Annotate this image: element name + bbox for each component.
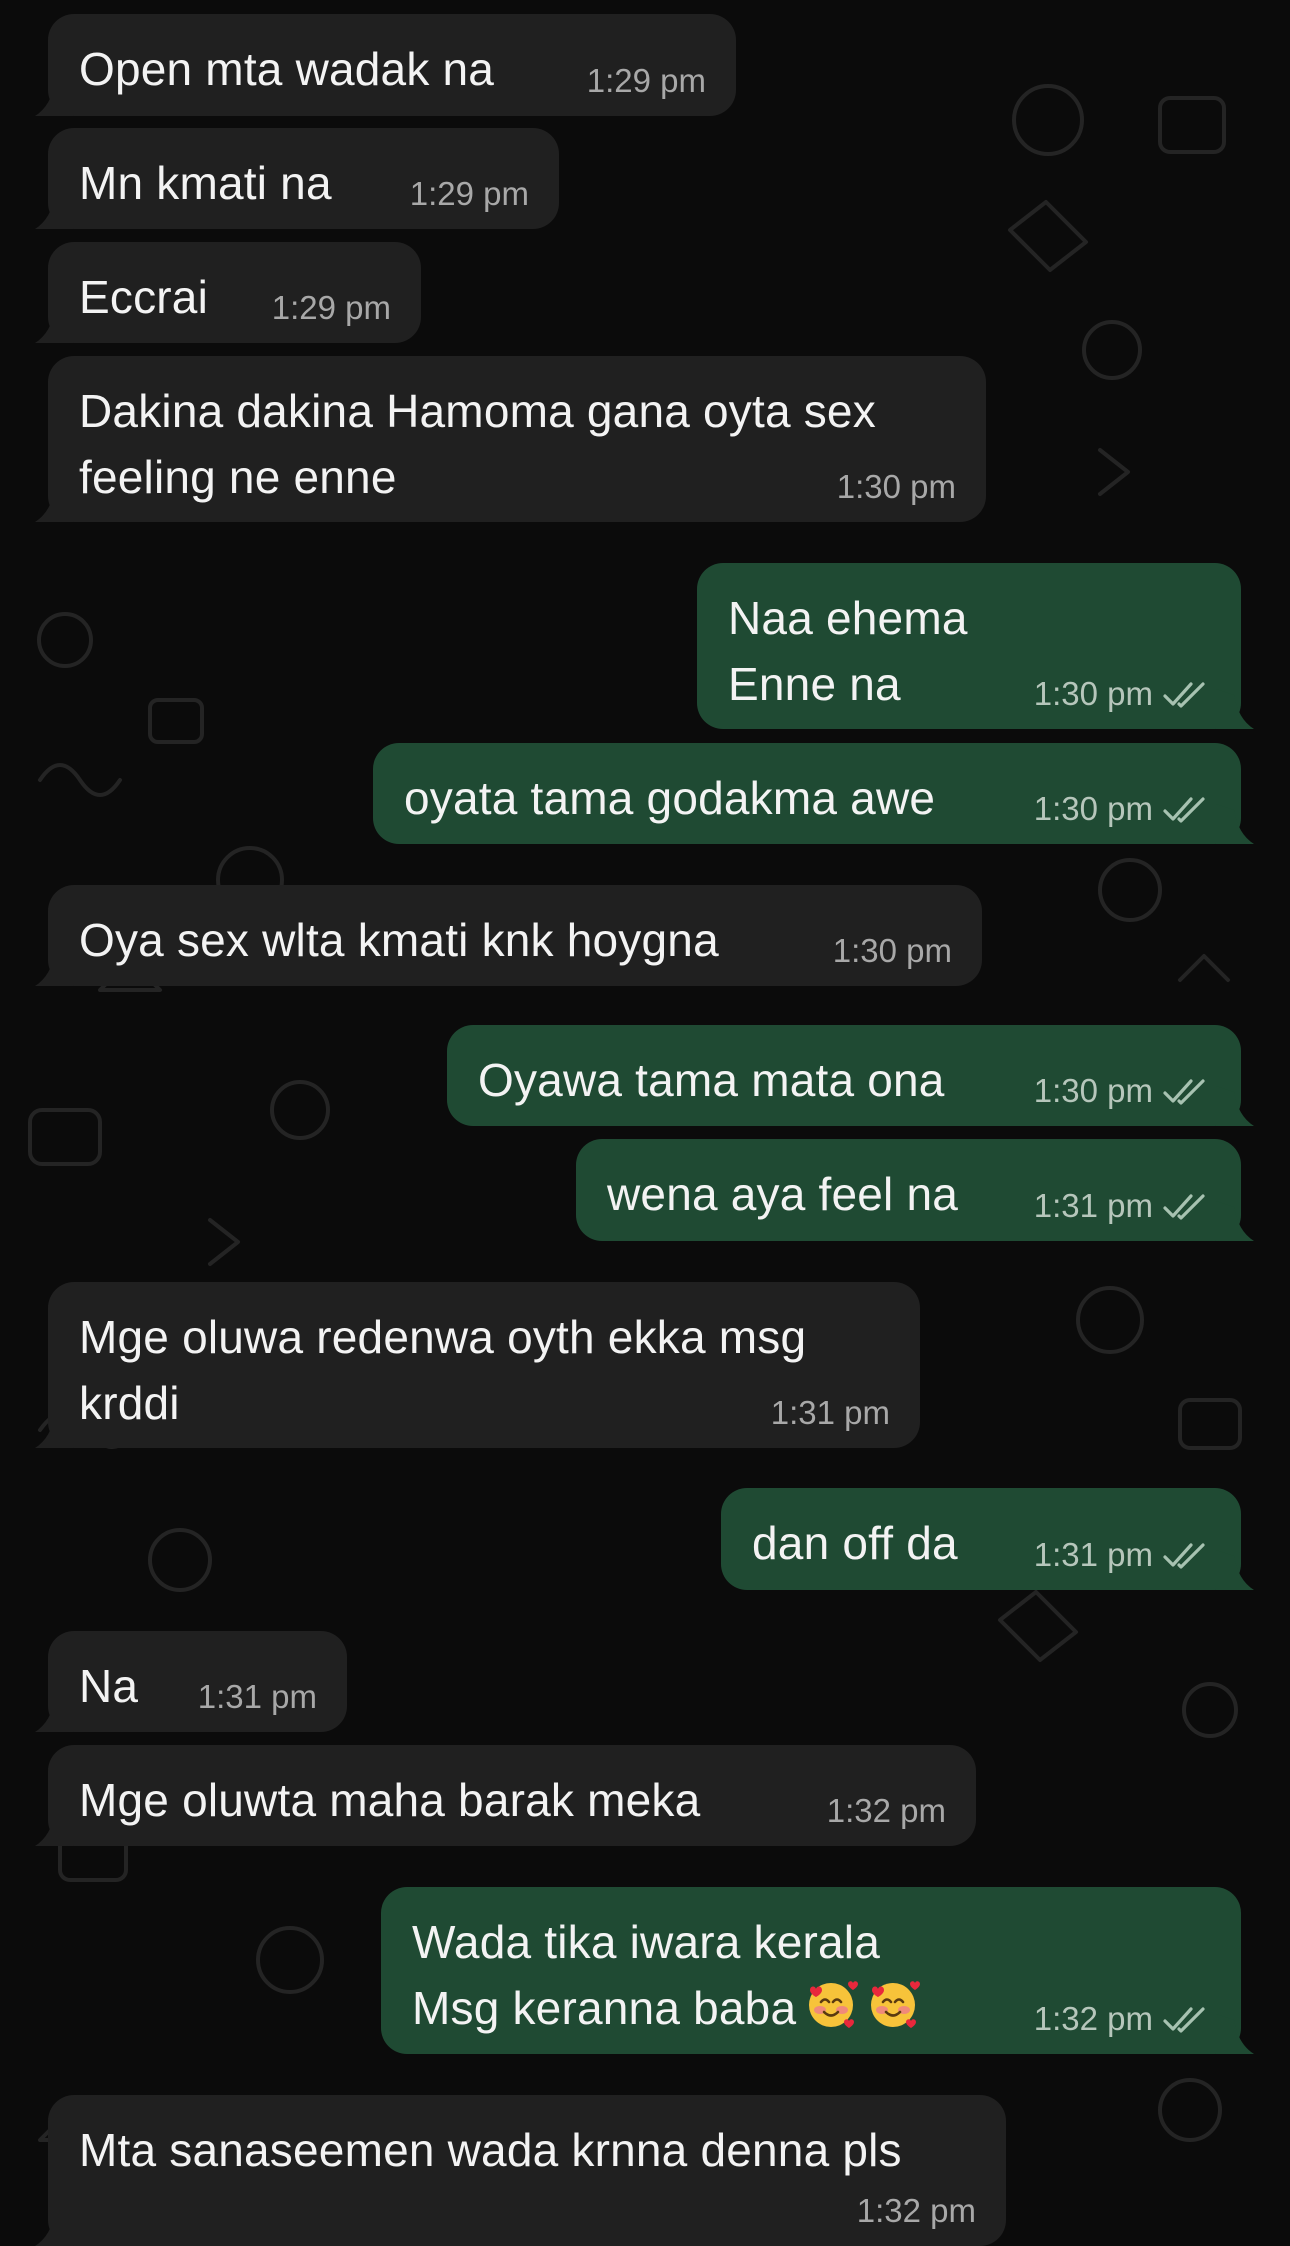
bubble-tail (1216, 1550, 1254, 1590)
smiling-face-with-hearts-icon (871, 1981, 921, 2028)
message-meta: 1:31 pm (198, 1678, 317, 1716)
message-time: 1:29 pm (586, 62, 706, 99)
message-time: 1:29 pm (271, 289, 391, 326)
message-text: Mge oluwta maha barak meka (79, 1774, 701, 1826)
message-meta: 1:32 pm (1034, 2000, 1211, 2038)
message-meta: 1:30 pm (1034, 675, 1211, 713)
message-text: Dakina dakina Hamoma gana oyta sex feeli… (79, 385, 876, 503)
message-meta: 1:29 pm (587, 62, 706, 100)
outgoing-message[interactable]: Wada tika iwara kerala Msg keranna baba 1… (381, 1887, 1254, 2054)
double-check-icon (1163, 797, 1205, 823)
outgoing-message[interactable]: oyata tama godakma awe 1:30 pm (373, 743, 1254, 844)
message-time: 1:30 pm (1033, 675, 1153, 712)
bubble-tail (35, 76, 73, 116)
bubble-tail (1216, 2014, 1254, 2054)
bubble-tail (35, 1806, 73, 1846)
incoming-message[interactable]: Open mta wadak na 1:29 pm (35, 14, 736, 116)
message-meta: 1:30 pm (1034, 1072, 1211, 1110)
incoming-message[interactable]: Oya sex wlta kmati knk hoygna 1:30 pm (35, 885, 982, 986)
outgoing-message[interactable]: Oyawa tama mata ona 1:30 pm (447, 1025, 1254, 1126)
message-meta: 1:32 pm (827, 1792, 946, 1830)
message-time: 1:30 pm (836, 468, 956, 505)
bubble-tail (1216, 1201, 1254, 1241)
message-meta: 1:32 pm (857, 2192, 976, 2230)
outgoing-message[interactable]: dan off da 1:31 pm (721, 1488, 1254, 1590)
message-meta: 1:30 pm (837, 468, 956, 506)
bubble-tail (35, 2206, 73, 2246)
message-time: 1:31 pm (1033, 1187, 1153, 1224)
message-meta: 1:30 pm (1034, 790, 1211, 828)
message-time: 1:30 pm (1033, 1072, 1153, 1109)
double-check-icon (1163, 1079, 1205, 1105)
message-time: 1:30 pm (1033, 790, 1153, 827)
incoming-message[interactable]: Mge oluwa redenwa oyth ekka msg krddi 1:3… (35, 1282, 920, 1448)
double-check-icon (1163, 1194, 1205, 1220)
message-meta: 1:30 pm (833, 932, 952, 970)
message-time: 1:32 pm (826, 1792, 946, 1829)
message-text: Mge oluwa redenwa oyth ekka msg krddi (79, 1311, 807, 1429)
incoming-message[interactable]: Eccrai 1:29 pm (35, 242, 421, 343)
bubble-tail (1216, 689, 1254, 729)
message-meta: 1:29 pm (410, 175, 529, 213)
message-time: 1:29 pm (409, 175, 529, 212)
message-time: 1:31 pm (770, 1394, 890, 1431)
message-meta: 1:31 pm (1034, 1536, 1211, 1574)
bubble-tail (1216, 804, 1254, 844)
bubble-tail (35, 189, 73, 229)
double-check-icon (1163, 1543, 1205, 1569)
bubble-tail (35, 1692, 73, 1732)
message-time: 1:32 pm (1033, 2000, 1153, 2037)
bubble-tail (35, 303, 73, 343)
bubble-tail (35, 1408, 73, 1448)
incoming-message[interactable]: Mge oluwta maha barak meka 1:32 pm (35, 1745, 976, 1846)
message-text: Mta sanaseemen wada krnna denna pls (79, 2124, 902, 2176)
message-time: 1:31 pm (197, 1678, 317, 1715)
smiling-face-with-hearts-icon (809, 1981, 859, 2028)
incoming-message[interactable]: Mn kmati na 1:29 pm (35, 128, 559, 229)
message-text: Oya sex wlta kmati knk hoygna (79, 914, 719, 966)
message-meta: 1:31 pm (771, 1394, 890, 1432)
incoming-message[interactable]: Dakina dakina Hamoma gana oyta sex feeli… (35, 356, 986, 522)
outgoing-message[interactable]: Naa ehema Enne na 1:30 pm (697, 563, 1254, 729)
message-time: 1:31 pm (1033, 1536, 1153, 1573)
bubble-tail (1216, 1086, 1254, 1126)
chat-message-list[interactable]: Open mta wadak na 1:29 pm Mn kmati na 1:29 … (0, 0, 1290, 2246)
message-meta: 1:29 pm (272, 289, 391, 327)
double-check-icon (1163, 682, 1205, 708)
bubble-tail (35, 946, 73, 986)
incoming-message[interactable]: Na 1:31 pm (35, 1631, 347, 1732)
outgoing-message[interactable]: wena aya feel na 1:31 pm (576, 1139, 1254, 1241)
message-meta: 1:31 pm (1034, 1187, 1211, 1225)
message-time: 1:32 pm (856, 2192, 976, 2229)
double-check-icon (1163, 2007, 1205, 2033)
incoming-message[interactable]: Mta sanaseemen wada krnna denna pls 1:32 … (35, 2095, 1006, 2246)
bubble-tail (35, 482, 73, 522)
message-time: 1:30 pm (832, 932, 952, 969)
